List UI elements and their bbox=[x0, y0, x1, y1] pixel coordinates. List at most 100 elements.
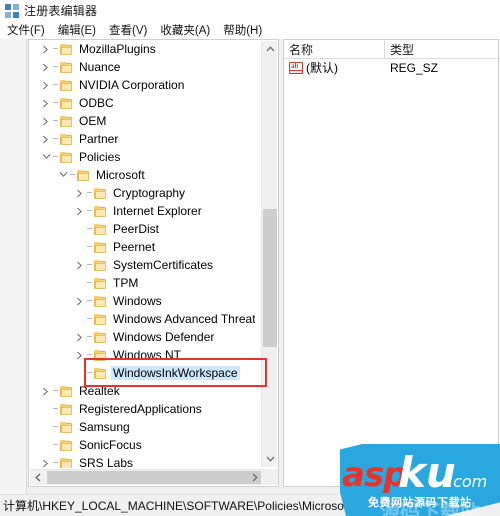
tree-connector-dash bbox=[87, 220, 94, 238]
folder-icon bbox=[94, 187, 106, 199]
tree-item-windowsinkworkspace[interactable]: WindowsInkWorkspace bbox=[29, 364, 255, 382]
tree-connector-dash bbox=[87, 184, 94, 202]
menu-edit[interactable]: 编辑(E) bbox=[58, 22, 96, 38]
tree-item-windows[interactable]: Windows bbox=[29, 292, 255, 310]
tree-item-mozillaplugins[interactable]: MozillaPlugins bbox=[29, 40, 255, 58]
registry-tree-pane: MozillaPlugins Nuance NVIDIA Corporation OD… bbox=[28, 39, 279, 487]
tree-item-peerdist[interactable]: PeerDist bbox=[29, 220, 255, 238]
tree-vertical-scroll-thumb[interactable] bbox=[263, 209, 277, 347]
tree-item-windows-nt[interactable]: Windows NT bbox=[29, 346, 255, 364]
folder-icon bbox=[60, 385, 72, 397]
column-header-type[interactable]: 类型 bbox=[385, 40, 498, 59]
chevron-right-icon[interactable] bbox=[39, 76, 53, 94]
menu-view[interactable]: 查看(V) bbox=[109, 22, 147, 38]
tree-item-oem[interactable]: OEM bbox=[29, 112, 255, 130]
tree-item-partner[interactable]: Partner bbox=[29, 130, 255, 148]
chevron-right-icon[interactable] bbox=[39, 382, 53, 400]
chevron-right-icon[interactable] bbox=[39, 58, 53, 76]
tree-item-cryptography[interactable]: Cryptography bbox=[29, 184, 255, 202]
tree-connector-dash bbox=[87, 328, 94, 346]
menu-favorites[interactable]: 收藏夹(A) bbox=[160, 22, 210, 38]
status-bar: 计算机\HKEY_LOCAL_MACHINE\SOFTWARE\Policies… bbox=[0, 494, 500, 516]
tree-connector-dash bbox=[53, 400, 60, 418]
scroll-up-arrow[interactable] bbox=[262, 41, 278, 57]
client-area: MozillaPlugins Nuance NVIDIA Corporation OD… bbox=[0, 39, 500, 494]
tree-item-label: Peernet bbox=[113, 240, 156, 254]
tree-item-srs-labs[interactable]: SRS Labs bbox=[29, 454, 255, 468]
chevron-right-icon[interactable] bbox=[39, 130, 53, 148]
tree-item-samsung[interactable]: Samsung bbox=[29, 418, 255, 436]
folder-icon bbox=[94, 313, 106, 325]
tree-item-label: ODBC bbox=[79, 96, 114, 110]
menu-help[interactable]: 帮助(H) bbox=[223, 22, 262, 38]
chevron-right-icon[interactable] bbox=[39, 112, 53, 130]
table-row[interactable]: ab (默认) REG_SZ bbox=[284, 59, 498, 76]
column-header-name[interactable]: 名称 bbox=[284, 40, 385, 59]
chevron-right-icon[interactable] bbox=[73, 292, 87, 310]
scroll-down-arrow[interactable] bbox=[262, 451, 278, 467]
tree-connector-dash bbox=[53, 148, 60, 166]
tree-connector bbox=[73, 310, 87, 328]
tree-vertical-scrollbar[interactable] bbox=[261, 41, 277, 467]
chevron-right-icon[interactable] bbox=[73, 184, 87, 202]
tree-item-label: Windows bbox=[113, 294, 162, 308]
chevron-down-icon[interactable] bbox=[39, 148, 53, 166]
tree-item-policies[interactable]: Policies bbox=[29, 148, 255, 166]
menu-file[interactable]: 文件(F) bbox=[7, 22, 45, 38]
tree-connector-dash bbox=[87, 202, 94, 220]
chevron-right-icon[interactable] bbox=[73, 328, 87, 346]
tree-connector-dash bbox=[53, 454, 60, 468]
tree-item-registeredapplications[interactable]: RegisteredApplications bbox=[29, 400, 255, 418]
tree-item-nuance[interactable]: Nuance bbox=[29, 58, 255, 76]
tree-item-nvidia-corporation[interactable]: NVIDIA Corporation bbox=[29, 76, 255, 94]
chevron-right-icon[interactable] bbox=[39, 454, 53, 468]
tree-item-windows-defender[interactable]: Windows Defender bbox=[29, 328, 255, 346]
tree-item-microsoft[interactable]: Microsoft bbox=[29, 166, 255, 184]
chevron-down-icon[interactable] bbox=[56, 166, 70, 184]
tree-item-systemcertificates[interactable]: SystemCertificates bbox=[29, 256, 255, 274]
tree-connector-dash bbox=[87, 346, 94, 364]
tree-connector-dash bbox=[53, 112, 60, 130]
tree-item-tpm[interactable]: TPM bbox=[29, 274, 255, 292]
tree-connector-dash bbox=[87, 310, 94, 328]
chevron-right-icon[interactable] bbox=[73, 202, 87, 220]
folder-icon bbox=[60, 421, 72, 433]
chevron-right-icon[interactable] bbox=[73, 256, 87, 274]
registry-tree-list[interactable]: MozillaPlugins Nuance NVIDIA Corporation OD… bbox=[29, 40, 255, 468]
folder-icon bbox=[60, 97, 72, 109]
tree-item-label: MozillaPlugins bbox=[79, 42, 156, 56]
tree-item-label: SRS Labs bbox=[79, 456, 134, 468]
folder-icon bbox=[60, 151, 72, 163]
tree-item-realtek[interactable]: Realtek bbox=[29, 382, 255, 400]
title-bar: 注册表编辑器 bbox=[0, 0, 500, 21]
tree-connector-dash bbox=[53, 418, 60, 436]
chevron-right-icon[interactable] bbox=[39, 40, 53, 58]
scroll-left-arrow[interactable] bbox=[30, 470, 46, 485]
tree-item-peernet[interactable]: Peernet bbox=[29, 238, 255, 256]
tree-item-label: Samsung bbox=[79, 420, 130, 434]
tree-horizontal-scrollbar[interactable] bbox=[30, 469, 278, 485]
tree-item-label: Internet Explorer bbox=[113, 204, 202, 218]
tree-horizontal-scroll-thumb[interactable] bbox=[47, 471, 275, 484]
value-type-cell: REG_SZ bbox=[390, 60, 439, 75]
tree-item-sonicfocus[interactable]: SonicFocus bbox=[29, 436, 255, 454]
tree-item-label: Windows NT bbox=[113, 348, 182, 362]
tree-item-odbc[interactable]: ODBC bbox=[29, 94, 255, 112]
chevron-right-icon[interactable] bbox=[73, 346, 87, 364]
registry-path-text: 计算机\HKEY_LOCAL_MACHINE\SOFTWARE\Policies… bbox=[3, 499, 397, 513]
registry-values-pane: 名称 类型 ab (默认) REG_SZ bbox=[283, 39, 499, 487]
chevron-right-icon[interactable] bbox=[39, 94, 53, 112]
folder-icon bbox=[77, 169, 89, 181]
tree-connector-dash bbox=[87, 238, 94, 256]
registry-editor-window: 注册表编辑器 文件(F) 编辑(E) 查看(V) 收藏夹(A) 帮助(H) Mo… bbox=[0, 0, 500, 516]
tree-item-internet-explorer[interactable]: Internet Explorer bbox=[29, 202, 255, 220]
tree-item-windows-advanced-threat-p[interactable]: Windows Advanced Threat P bbox=[29, 310, 255, 328]
value-name-cell[interactable]: ab (默认) bbox=[284, 59, 385, 76]
